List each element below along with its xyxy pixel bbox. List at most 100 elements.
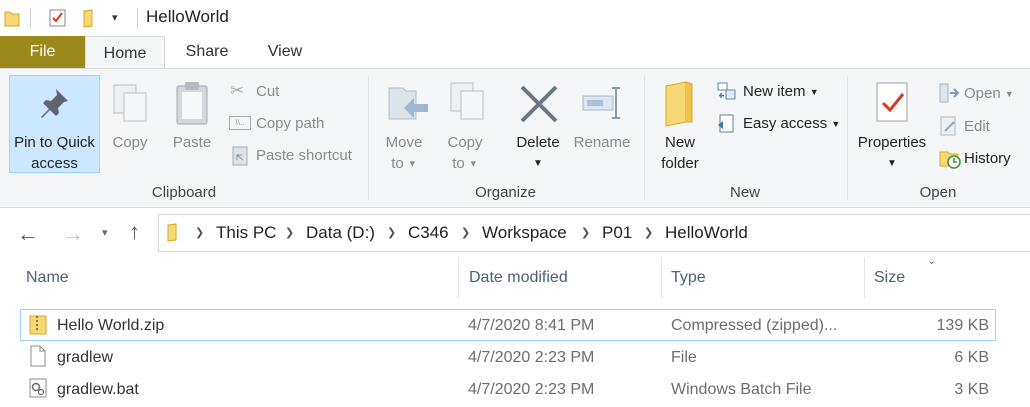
group-label-clipboard: Clipboard (151, 184, 217, 201)
column-header-date[interactable]: Date modified (469, 269, 568, 287)
chevron-down-icon: ▼ (533, 158, 543, 169)
new-item-label: New item (743, 83, 806, 100)
new-item-icon (717, 82, 736, 100)
file-name: Hello World.zip (57, 317, 165, 334)
file-size: 139 KB (936, 317, 989, 334)
file-icon (30, 345, 46, 367)
properties-quick-access-icon[interactable] (48, 8, 68, 28)
new-folder-icon (665, 81, 693, 127)
breadcrumb-separator-icon[interactable]: ❯ (581, 226, 590, 239)
copy-path-button[interactable]: Copy path (256, 114, 324, 134)
edit-button[interactable]: Edit (964, 117, 990, 137)
file-name: gradlew.bat (57, 381, 139, 398)
file-date: 4/7/2020 2:23 PM (468, 349, 595, 366)
properties-button[interactable]: Properties ▼ (852, 132, 932, 174)
up-arrow-icon[interactable]: ↑ (129, 219, 140, 245)
chevron-down-icon: ▼ (887, 158, 897, 169)
column-separator[interactable] (458, 258, 459, 298)
easy-access-button[interactable]: Easy access ▼ (743, 114, 840, 134)
copy-to-label-line1: Copy (447, 134, 483, 151)
copy-button[interactable]: Copy (104, 132, 156, 153)
open-icon (939, 83, 960, 103)
paste-shortcut-button[interactable]: Paste shortcut (256, 146, 352, 166)
tab-view[interactable]: View (246, 36, 324, 68)
recent-locations-chevron-icon[interactable]: ▾ (102, 226, 108, 239)
chevron-down-icon: ▼ (1004, 89, 1014, 100)
window-title: HelloWorld (146, 7, 229, 26)
column-header-size[interactable]: Size (874, 269, 905, 287)
file-date: 4/7/2020 8:41 PM (468, 317, 595, 334)
breadcrumb-separator-icon[interactable]: ❯ (461, 226, 470, 239)
breadcrumb-data-drive[interactable]: Data (D:) (306, 223, 375, 243)
file-type: Windows Batch File (671, 381, 812, 398)
back-arrow-icon[interactable]: ← (17, 221, 39, 247)
paste-button[interactable]: Paste (163, 132, 221, 153)
paste-shortcut-icon (232, 146, 248, 166)
move-to-button[interactable]: Move to ▼ (378, 132, 430, 175)
separator (137, 8, 138, 28)
open-label: Open (964, 85, 1001, 102)
batch-file-icon (29, 378, 47, 398)
new-item-button[interactable]: New item ▼ (743, 82, 819, 102)
file-type: File (671, 349, 697, 366)
column-separator[interactable] (661, 258, 662, 298)
move-to-label-text: to (391, 155, 404, 172)
cut-button[interactable]: Cut (256, 82, 279, 102)
history-button[interactable]: History (964, 149, 1011, 169)
group-label-new: New (729, 184, 760, 201)
breadcrumb-workspace[interactable]: Workspace (482, 223, 567, 243)
group-separator (644, 76, 645, 200)
edit-icon (940, 116, 956, 136)
delete-button[interactable]: Delete ▼ (508, 132, 568, 174)
separator (30, 8, 31, 28)
open-button[interactable]: Open ▼ (964, 84, 1014, 104)
copy-to-label-line2: to ▼ (438, 153, 492, 175)
group-label-open: Open (919, 184, 957, 201)
copy-to-button[interactable]: Copy to ▼ (438, 132, 492, 175)
breadcrumb-separator-icon[interactable]: ❯ (387, 226, 396, 239)
easy-access-icon (718, 114, 734, 133)
breadcrumb-helloworld[interactable]: HelloWorld (665, 223, 748, 243)
properties-icon (876, 82, 908, 122)
forward-arrow-icon[interactable]: → (62, 221, 84, 247)
tab-home[interactable]: Home (85, 36, 165, 70)
customize-quick-access-icon[interactable]: ▾ (112, 11, 118, 24)
file-date: 4/7/2020 2:23 PM (468, 381, 595, 398)
properties-label: Properties (857, 134, 927, 151)
group-separator (368, 76, 369, 200)
new-folder-quick-access-icon[interactable] (82, 8, 98, 28)
column-header-type[interactable]: Type (671, 269, 706, 287)
pin-label-line1: Pin to Quick (14, 134, 95, 151)
tab-share[interactable]: Share (168, 36, 246, 68)
move-to-label-line1: Move (385, 134, 423, 151)
rename-icon (582, 87, 620, 119)
paste-icon (176, 82, 208, 125)
zip-folder-icon (29, 315, 47, 335)
group-separator (847, 76, 848, 200)
breadcrumb-separator-icon[interactable]: ❯ (285, 226, 294, 239)
delete-icon (520, 85, 558, 123)
chevron-down-icon: ▼ (831, 119, 841, 130)
breadcrumb-separator-icon[interactable]: ❯ (644, 226, 653, 239)
new-folder-label-line2: folder (661, 155, 699, 172)
file-size: 6 KB (954, 349, 989, 366)
pin-icon (41, 89, 68, 118)
folder-icon (167, 223, 177, 242)
new-folder-label-line1: New (664, 134, 695, 151)
folder-icon (4, 11, 20, 27)
copy-to-icon (450, 82, 484, 120)
new-folder-button[interactable]: New folder (650, 132, 710, 174)
move-to-label-line2: to ▼ (378, 153, 430, 175)
breadcrumb-this-pc[interactable]: This PC (216, 223, 276, 243)
copy-to-label-text: to (452, 155, 465, 172)
breadcrumb-p01[interactable]: P01 (602, 223, 632, 243)
pin-label: Pin to Quick access (9, 132, 100, 174)
chevron-down-icon: ▼ (407, 158, 417, 169)
chevron-down-icon: ▼ (468, 158, 478, 169)
tab-file[interactable]: File (0, 36, 85, 68)
breadcrumb-separator-icon[interactable]: ❯ (195, 226, 204, 239)
breadcrumb-c346[interactable]: C346 (408, 223, 449, 243)
rename-button[interactable]: Rename (571, 132, 633, 153)
column-header-name[interactable]: Name (26, 269, 69, 287)
column-separator[interactable] (864, 258, 865, 298)
